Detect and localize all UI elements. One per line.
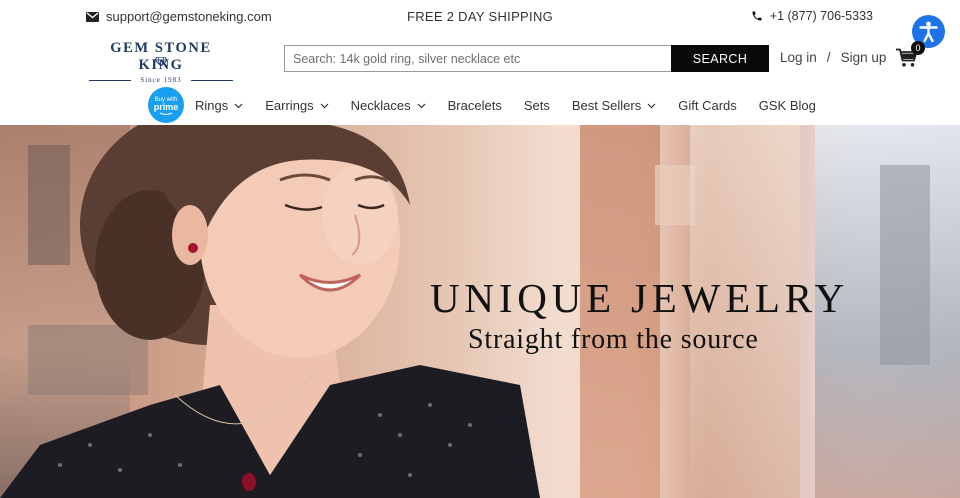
- search-button[interactable]: SEARCH: [671, 45, 769, 72]
- nav-item-sets[interactable]: Sets: [524, 98, 550, 113]
- nav-item-label: Gift Cards: [678, 97, 737, 113]
- nav-item-best-sellers[interactable]: Best Sellers: [572, 98, 656, 113]
- top-bar: support@gemstoneking.com FREE 2 DAY SHIP…: [0, 0, 960, 34]
- prime-badge-word: prime: [153, 102, 179, 112]
- login-link[interactable]: Log in: [780, 50, 817, 65]
- chevron-down-icon: [647, 103, 656, 108]
- hero-subheadline: Straight from the source: [468, 324, 759, 355]
- nav-item-label: Rings: [195, 97, 229, 113]
- background-window: [880, 165, 930, 365]
- search-bar: SEARCH: [284, 45, 769, 72]
- nav-item-label: GSK Blog: [758, 97, 816, 113]
- phone-link[interactable]: +1 (877) 706-5333: [751, 9, 873, 23]
- buy-with-prime-badge[interactable]: Buy with prime: [148, 87, 184, 123]
- cart-button[interactable]: 0: [896, 41, 925, 70]
- chevron-down-icon: [320, 103, 329, 108]
- nav-item-gsk-blog[interactable]: GSK Blog: [759, 98, 816, 113]
- nav-item-label: Earrings: [265, 97, 314, 113]
- chevron-down-icon: [234, 103, 243, 108]
- account-links: Log in / Sign up: [780, 50, 886, 65]
- signup-link[interactable]: Sign up: [841, 50, 887, 65]
- hero-headline: UNIQUE JEWELRY: [430, 275, 850, 321]
- nav-item-bracelets[interactable]: Bracelets: [448, 98, 502, 113]
- logo-since: Since 1983: [87, 76, 235, 84]
- phone-number: +1 (877) 706-5333: [769, 9, 873, 23]
- nav-item-label: Sets: [523, 97, 550, 113]
- nav-item-rings[interactable]: Rings: [195, 98, 243, 113]
- prime-smile-icon: [159, 112, 173, 115]
- nav-item-necklaces[interactable]: Necklaces: [351, 98, 426, 113]
- cart-count-badge: 0: [911, 41, 925, 55]
- hero-banner[interactable]: UNIQUE JEWELRY Straight from the source: [0, 125, 960, 498]
- main-nav: Buy with prime Rings Earrings Necklaces …: [148, 87, 838, 123]
- search-input[interactable]: [284, 45, 671, 72]
- site-logo[interactable]: GEM STONE KING Since 1983: [87, 40, 235, 84]
- nav-item-earrings[interactable]: Earrings: [265, 97, 329, 113]
- nav-item-label: Necklaces: [350, 97, 411, 113]
- account-separator: /: [826, 50, 831, 65]
- nav-item-label: Bracelets: [447, 97, 502, 113]
- background-window: [655, 165, 695, 225]
- nav-item-gift-cards[interactable]: Gift Cards: [678, 98, 737, 113]
- diamond-icon: [155, 57, 167, 66]
- phone-icon: [752, 11, 762, 21]
- chevron-down-icon: [417, 103, 426, 108]
- nav-item-label: Best Sellers: [571, 97, 642, 113]
